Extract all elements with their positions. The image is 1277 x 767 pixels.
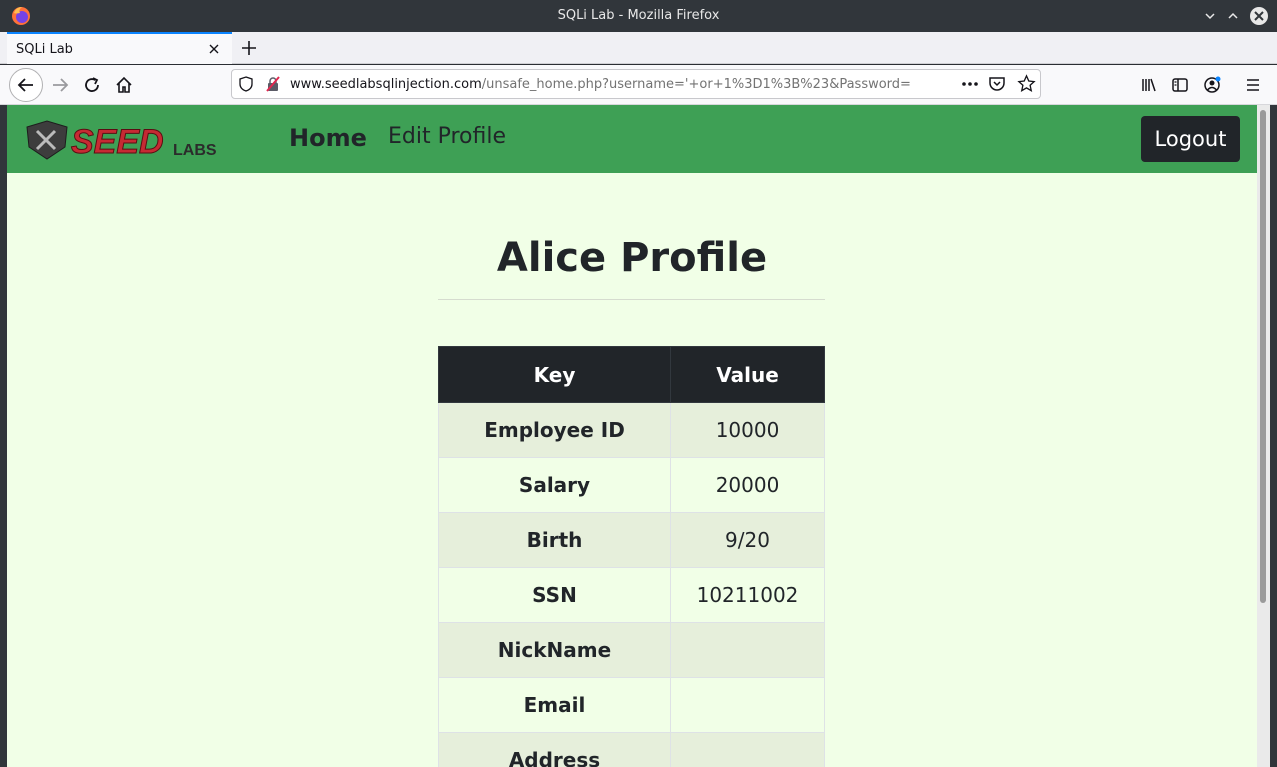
row-key: Employee ID [438,402,671,458]
reload-icon[interactable] [78,71,106,99]
page-actions-more-icon[interactable] [959,75,981,93]
nav-link-home[interactable]: Home [289,124,367,152]
page-title: Alice Profile [496,235,768,281]
table-row: SSN 10211002 [438,567,825,623]
maximize-icon[interactable] [1222,5,1244,27]
tab-sqli-lab[interactable]: SQLi Lab [7,32,232,64]
insecure-lock-icon[interactable] [265,76,281,92]
row-value [670,732,825,767]
row-key: Email [438,677,671,733]
scrollbar-thumb[interactable] [1260,110,1266,603]
table-row: Email [438,677,825,733]
row-value: 20000 [670,457,825,513]
table-row: Address [438,732,825,767]
browser-toolbar: www.seedlabsqlinjection.com/unsafe_home.… [0,65,1277,105]
sidebar-icon[interactable] [1166,71,1194,99]
column-header-value: Value [670,346,825,403]
row-value [670,677,825,733]
window-border-left [0,105,7,767]
logout-button[interactable]: Logout [1141,116,1240,162]
url-path: /unsafe_home.php?username='+or+1%3D1%3B%… [481,77,911,92]
table-row: Employee ID 10000 [438,402,825,458]
column-header-key: Key [438,346,671,403]
tab-label: SQLi Lab [16,42,73,57]
url-bar[interactable]: www.seedlabsqlinjection.com/unsafe_home.… [231,69,1041,99]
row-key: SSN [438,567,671,623]
row-value [670,622,825,678]
pocket-icon[interactable] [988,75,1006,93]
tab-strip: SQLi Lab [0,32,1277,64]
site-navbar: SEED LABS Home Edit Profile Logout [7,105,1257,173]
page-viewport: SEED LABS Home Edit Profile Logout Alice… [7,105,1257,767]
back-arrow-icon[interactable] [9,68,43,102]
tab-close-icon[interactable] [206,41,222,57]
hamburger-menu-icon[interactable] [1239,71,1267,99]
table-row: Birth 9/20 [438,512,825,568]
bookmark-star-icon[interactable] [1017,74,1036,93]
table-row: Salary 20000 [438,457,825,513]
window-border-right [1270,105,1277,767]
row-key: Birth [438,512,671,568]
seed-labs-logo[interactable]: SEED LABS [25,119,225,162]
profile-table: Key Value Employee ID 10000 Salary 20000… [438,346,825,767]
url-host: www.seedlabsqlinjection.com [290,77,482,92]
table-row: NickName [438,622,825,678]
window-titlebar: SQLi Lab - Mozilla Firefox [0,0,1277,32]
new-tab-icon[interactable] [239,38,259,58]
table-header-row: Key Value [438,346,825,403]
row-key: Salary [438,457,671,513]
forward-arrow-icon[interactable] [46,71,74,99]
svg-text:LABS: LABS [173,142,217,159]
window-title: SQLi Lab - Mozilla Firefox [557,8,720,23]
svg-text:SEED: SEED [71,123,164,161]
page-scrollbar[interactable] [1257,105,1270,767]
row-value: 10211002 [670,567,825,623]
title-divider [438,299,825,300]
window-close-icon[interactable] [1248,5,1270,27]
row-key: NickName [438,622,671,678]
row-value: 9/20 [670,512,825,568]
row-key: Address [438,732,671,767]
account-icon[interactable] [1198,71,1226,99]
row-value: 10000 [670,402,825,458]
minimize-icon[interactable] [1199,5,1221,27]
library-icon[interactable] [1135,71,1163,99]
nav-link-edit-profile[interactable]: Edit Profile [388,124,506,149]
url-text[interactable]: www.seedlabsqlinjection.com/unsafe_home.… [290,77,911,92]
shield-icon[interactable] [238,76,254,92]
home-icon[interactable] [110,71,138,99]
